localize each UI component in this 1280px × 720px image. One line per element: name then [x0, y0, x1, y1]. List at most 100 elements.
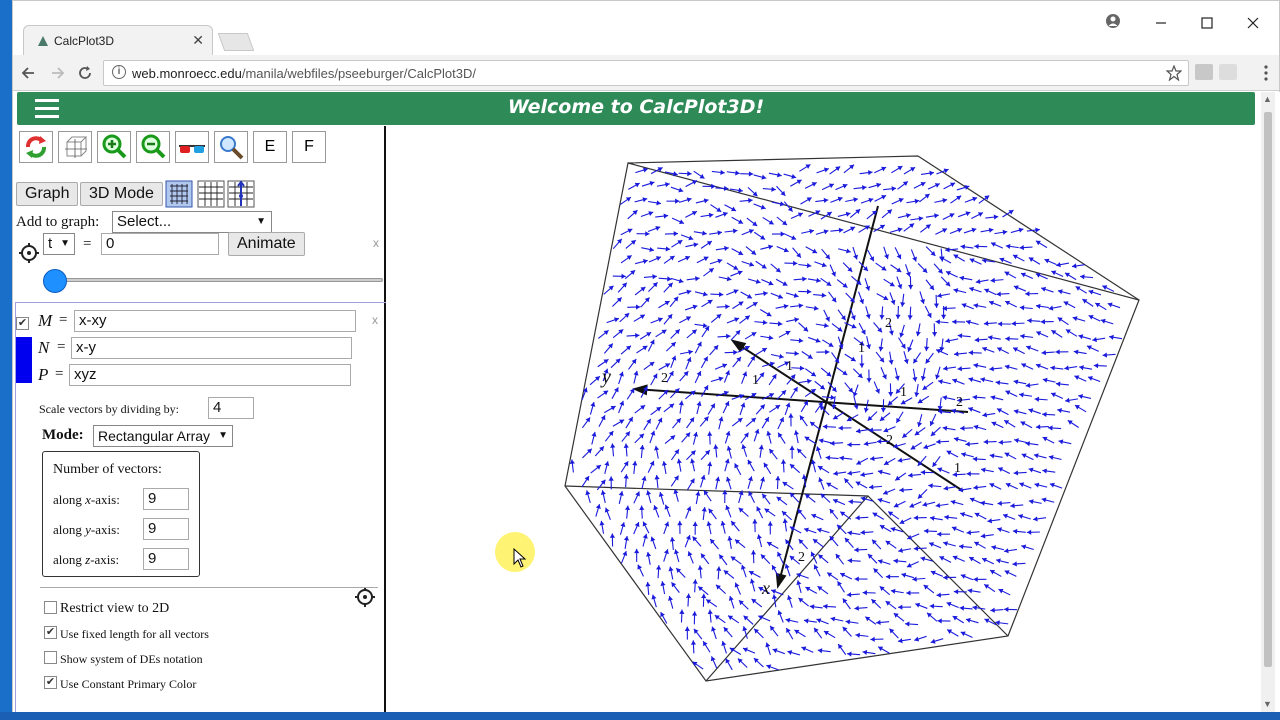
- vector-arrow-head: [697, 565, 703, 570]
- parameter-slider[interactable]: [57, 278, 383, 282]
- field-enabled-checkbox[interactable]: ✔: [16, 317, 29, 330]
- slider-knob[interactable]: [43, 269, 67, 293]
- page-scrollbar[interactable]: ▲ ▼: [1261, 92, 1275, 713]
- extension-icon[interactable]: [1195, 64, 1213, 80]
- zoom-in-button[interactable]: [97, 131, 131, 163]
- vector-arrow-head: [837, 326, 843, 332]
- box-toggle-button[interactable]: [58, 131, 92, 163]
- vector-arrow-head: [767, 521, 773, 526]
- url-field[interactable]: i web.monroecc.edu/manila/webfiles/pseeb…: [103, 60, 1189, 86]
- m-component-input[interactable]: x-xy: [74, 310, 356, 332]
- system-des-checkbox[interactable]: [44, 651, 57, 664]
- vector-arrow-head: [901, 572, 907, 578]
- vector-arrow-head: [817, 648, 823, 654]
- restrict-2d-label: Restrict view to 2D: [60, 601, 170, 616]
- along-x-input[interactable]: 9: [143, 488, 189, 510]
- scroll-up-icon[interactable]: ▲: [1263, 94, 1272, 104]
- zoom-in-icon: [102, 134, 127, 159]
- reset-view-button[interactable]: [19, 131, 53, 163]
- vector-arrow-head: [1072, 316, 1078, 322]
- vector-arrow-head: [906, 590, 911, 596]
- vector-arrow-head: [1078, 334, 1084, 340]
- restrict-2d-checkbox[interactable]: [44, 601, 57, 614]
- scale-input[interactable]: 4: [208, 397, 254, 419]
- vector-arrow-head: [718, 291, 724, 298]
- close-parameter-icon[interactable]: x: [373, 236, 379, 250]
- maximize-icon[interactable]: [1199, 15, 1215, 31]
- zoom-out-button[interactable]: [136, 131, 170, 163]
- gear-icon[interactable]: [19, 243, 39, 263]
- browser-menu-icon[interactable]: [1263, 64, 1269, 82]
- vector-arrow-head: [1004, 364, 1010, 370]
- vector-arrow-head: [708, 268, 714, 273]
- vector-arrow-head: [634, 548, 640, 554]
- vector-arrow-head: [695, 276, 700, 282]
- 3d-plot-canvas[interactable]: 2 1 1 1 2 1 2 2 1 2 y x: [388, 126, 1261, 713]
- vector-arrow-head: [1005, 336, 1010, 342]
- reload-icon[interactable]: [77, 65, 93, 81]
- divider: [40, 587, 378, 588]
- f-button[interactable]: F: [292, 131, 326, 163]
- browser-tab[interactable]: CalcPlot3D ✕: [23, 25, 213, 55]
- new-tab-button[interactable]: [217, 33, 255, 51]
- grid-axes-icon[interactable]: [227, 180, 255, 208]
- vector-arrow-head: [1048, 454, 1054, 460]
- fixed-length-checkbox[interactable]: ✔: [44, 626, 57, 639]
- vector-arrow-head: [866, 378, 872, 383]
- vector-arrow-head: [1020, 333, 1025, 339]
- graph-button[interactable]: Graph: [16, 182, 79, 206]
- anaglyph-button[interactable]: [175, 131, 209, 163]
- vector-arrow-head: [771, 186, 776, 192]
- vector-arrow-head: [854, 605, 859, 611]
- e-button[interactable]: E: [253, 131, 287, 163]
- scale-label: Scale vectors by dividing by:: [39, 402, 179, 416]
- along-y-input[interactable]: 9: [143, 518, 189, 540]
- p-component-input[interactable]: xyz: [69, 364, 351, 386]
- forward-icon[interactable]: [49, 65, 65, 81]
- scroll-down-icon[interactable]: ▼: [1263, 699, 1272, 709]
- animate-button[interactable]: Animate: [228, 232, 305, 256]
- parameter-select[interactable]: t ▼: [43, 233, 75, 255]
- field-color-swatch[interactable]: [16, 337, 32, 383]
- add-to-graph-label: Add to graph:: [16, 214, 100, 230]
- minimize-icon[interactable]: [1153, 15, 1169, 31]
- pdf-extension-icon[interactable]: [1219, 64, 1237, 80]
- vector-arrow-head: [1056, 262, 1061, 268]
- back-icon[interactable]: [21, 65, 37, 81]
- along-z-label: along z-axis:: [53, 552, 120, 567]
- profile-icon[interactable]: [1105, 13, 1121, 29]
- vector-arrow-head: [1002, 229, 1008, 235]
- vector-arrow-head: [590, 402, 596, 407]
- mode-select[interactable]: Rectangular Array ▼: [93, 425, 233, 447]
- vector-arrow-head: [855, 515, 860, 521]
- vector-arrow-head: [809, 604, 815, 610]
- site-info-icon[interactable]: i: [112, 65, 126, 79]
- add-to-graph-select[interactable]: Select... ▼: [112, 211, 272, 233]
- parameter-value-input[interactable]: 0: [101, 233, 219, 255]
- vector-arrow-head: [749, 578, 755, 584]
- magnifier-button[interactable]: [214, 131, 248, 163]
- vector-arrow-head: [1050, 365, 1055, 371]
- field-gear-icon[interactable]: [355, 587, 375, 607]
- vector-arrow-head: [743, 432, 749, 438]
- close-window-icon[interactable]: [1245, 15, 1261, 31]
- page-title: Welcome to CalcPlot3D!: [507, 96, 765, 118]
- vector-arrow-head: [639, 505, 645, 511]
- vector-arrow-head: [1028, 499, 1034, 505]
- tick-label: 1: [900, 385, 907, 400]
- grid-icon[interactable]: [197, 180, 225, 208]
- constant-color-checkbox[interactable]: ✔: [44, 676, 57, 689]
- 3d-mode-button[interactable]: 3D Mode: [80, 182, 163, 206]
- vector-arrow-head: [783, 303, 789, 309]
- vector-arrow-head: [701, 593, 707, 599]
- along-z-input[interactable]: 9: [143, 548, 189, 570]
- grid-blue-icon[interactable]: [165, 180, 193, 208]
- vector-arrow-head: [860, 471, 865, 478]
- bookmark-star-icon[interactable]: [1166, 65, 1182, 81]
- close-field-icon[interactable]: x: [372, 313, 378, 327]
- vector-arrow-head: [756, 534, 762, 540]
- scroll-thumb[interactable]: [1264, 112, 1272, 667]
- tab-close-icon[interactable]: ✕: [192, 32, 204, 49]
- vector-arrow-head: [869, 484, 874, 490]
- n-component-input[interactable]: x-y: [71, 337, 352, 359]
